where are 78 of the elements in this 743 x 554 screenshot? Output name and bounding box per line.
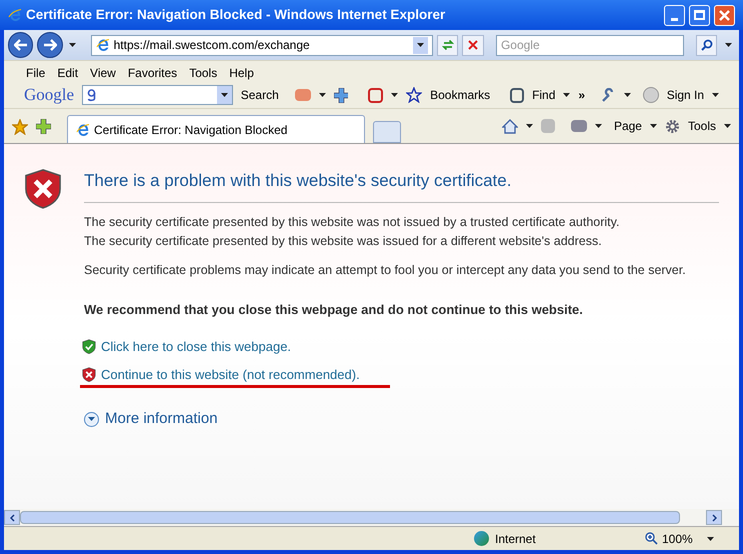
body-text: The security certificate presented by this website was not issued by a trusted certificate authority. The security certificate presented by this website was issued for a different website's address.	[84, 214, 620, 250]
browser-tab[interactable]: Certificate Error: Navigation Blocked	[67, 115, 365, 143]
shield-x-icon	[82, 366, 96, 382]
forward-arrow-icon	[43, 39, 58, 51]
star-icon[interactable]	[406, 87, 422, 103]
left-chevron-icon	[10, 514, 14, 522]
favorites-star-icon[interactable]	[12, 119, 28, 135]
address-field[interactable]: https://mail.swestcom.com/exchange	[90, 34, 433, 56]
tools-button[interactable]: Tools	[688, 117, 716, 135]
menu-item[interactable]: Tools	[189, 64, 218, 82]
dropdown-caret-icon[interactable]	[624, 93, 631, 97]
dropdown-button[interactable]	[412, 36, 428, 54]
search-button[interactable]	[696, 34, 718, 56]
shield-check-icon	[82, 339, 96, 354]
close-button[interactable]	[714, 4, 735, 26]
stop-icon	[468, 40, 478, 50]
dropdown-caret-icon[interactable]	[563, 93, 570, 97]
continue-link[interactable]: Continue to this website (not recommended).	[101, 364, 360, 384]
scroll-left-button[interactable]	[4, 510, 20, 525]
back-arrow-icon	[14, 39, 28, 51]
more-information-link[interactable]: More information	[105, 408, 218, 430]
page-icon	[76, 122, 90, 136]
close-icon	[719, 10, 730, 20]
search-icon	[700, 39, 713, 51]
expand-icon[interactable]	[84, 412, 99, 427]
window-title: Certificate Error: Navigation Blocked - Windows Internet Explorer	[26, 6, 446, 24]
dropdown-caret-icon[interactable]	[526, 124, 533, 128]
menu-item[interactable]: View	[90, 64, 116, 82]
shield-x-icon	[24, 168, 62, 210]
close-page-link[interactable]: Click here to close this webpage.	[101, 337, 292, 356]
more-button[interactable]: »	[578, 86, 586, 104]
refresh-button[interactable]	[436, 34, 458, 56]
search-label[interactable]: Search	[240, 86, 279, 104]
minimize-button[interactable]	[664, 4, 685, 26]
menu-item[interactable]: Edit	[57, 64, 78, 82]
menu-item[interactable]: Help	[229, 64, 254, 82]
search-field[interactable]: Google	[496, 34, 684, 56]
dropdown-caret-icon[interactable]	[318, 93, 326, 97]
bookmarks-button[interactable]: Bookmarks	[430, 86, 490, 104]
google-logo: Google	[24, 84, 74, 106]
error-heading: There is a problem with this website's security certificate.	[84, 168, 719, 202]
menu-item[interactable]: File	[26, 64, 46, 82]
plus-icon[interactable]	[334, 88, 348, 102]
forward-button[interactable]	[37, 32, 63, 58]
refresh-arrows-icon	[442, 39, 454, 51]
dropdown-caret-icon[interactable]	[391, 93, 398, 97]
stop-button[interactable]	[462, 34, 484, 56]
back-button[interactable]	[8, 32, 34, 58]
dropdown-caret-icon[interactable]	[724, 43, 732, 47]
gear-icon[interactable]	[664, 118, 680, 134]
page-icon	[96, 38, 110, 52]
dropdown-caret-icon[interactable]	[707, 536, 714, 540]
scroll-right-button[interactable]	[706, 510, 722, 525]
dropdown-caret-icon[interactable]	[220, 93, 228, 97]
dropdown-caret-icon[interactable]	[650, 124, 657, 128]
magnifier-icon[interactable]	[645, 532, 658, 545]
hook-icon	[87, 88, 96, 102]
sign-in-button[interactable]: Sign In	[666, 86, 704, 104]
dropdown-caret-icon[interactable]	[712, 93, 719, 97]
body-text: Security certificate problems may indicate an attempt to fool you or intercept any data you send to the server.	[84, 262, 687, 279]
right-chevron-icon	[712, 514, 716, 522]
google-search-field[interactable]	[82, 85, 233, 105]
dropdown-caret-icon[interactable]	[594, 124, 602, 128]
dropdown-caret-icon[interactable]	[416, 43, 424, 47]
browser-logo-icon	[8, 8, 22, 22]
maximize-button[interactable]	[689, 4, 710, 26]
zoom-level[interactable]: 100%	[662, 530, 707, 548]
page-button[interactable]: Page	[614, 117, 642, 135]
recommendation-text: We recommend that you close this webpage and do not continue to this website.	[84, 300, 584, 319]
zone-label: Internet	[495, 530, 537, 548]
add-favorite-icon[interactable]	[36, 119, 51, 134]
home-icon[interactable]	[502, 118, 518, 134]
menu-item[interactable]: Favorites	[128, 64, 178, 82]
dropdown-caret-icon[interactable]	[69, 43, 76, 47]
horizontal-scrollbar[interactable]	[4, 509, 739, 526]
dropdown-caret-icon[interactable]	[724, 124, 731, 128]
find-button[interactable]: Find	[532, 86, 556, 104]
globe-icon	[474, 531, 489, 546]
